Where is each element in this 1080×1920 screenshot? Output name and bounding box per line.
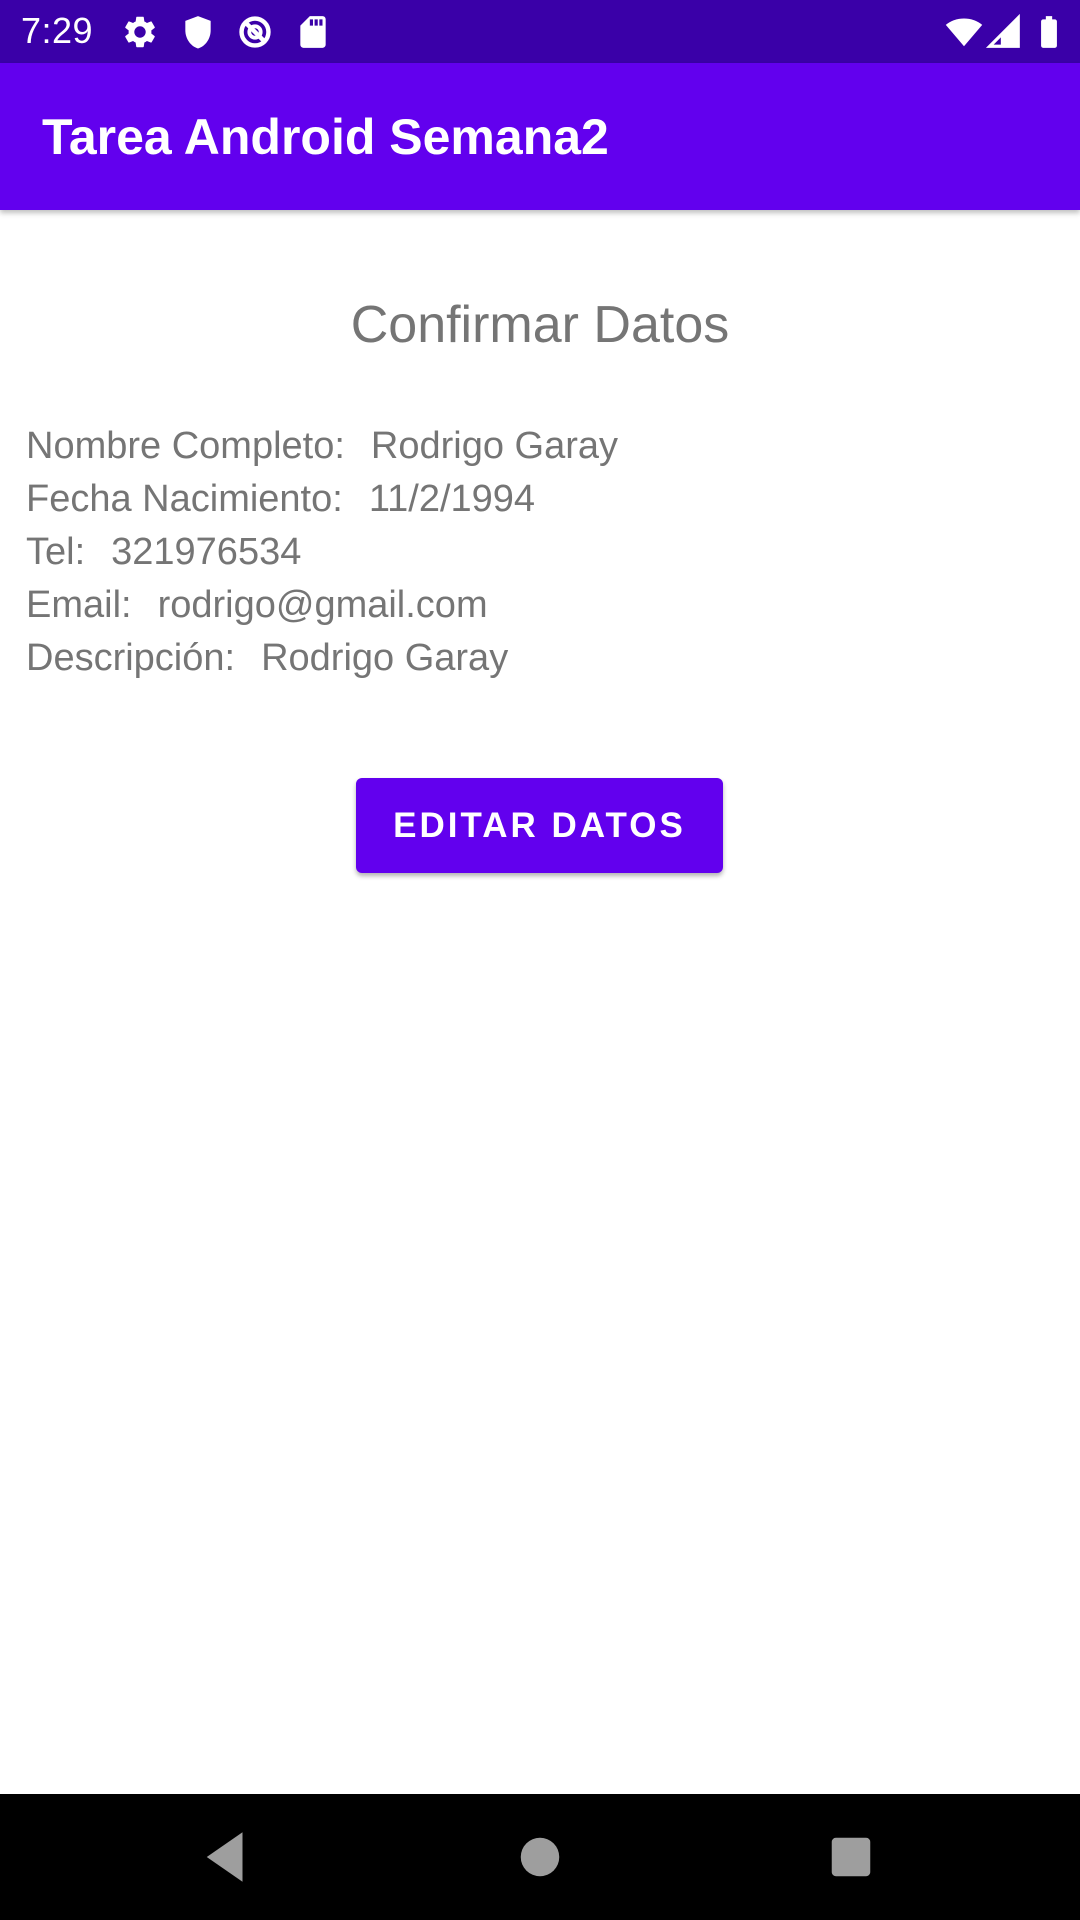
gear-icon [125,16,155,48]
status-bar: 7:29 [0,0,1080,63]
navigation-bar [0,1794,1080,1920]
detail-row-nombre: Nombre Completo: Rodrigo Garay [26,420,618,473]
field-label: Fecha Nacimiento: [26,478,343,520]
sd-card-icon [300,16,326,48]
field-value: Rodrigo Garay [261,637,509,679]
recents-icon[interactable] [818,1824,884,1890]
field-value: rodrigo@gmail.com [157,584,488,626]
field-value: Rodrigo Garay [370,425,619,467]
app-bar: Tarea Android Semana2 [0,63,1080,210]
field-label: Nombre Completo: [26,425,345,467]
signal-icon [985,13,1020,48]
field-label: Tel: [26,531,86,573]
detail-row-email: Email: rodrigo@gmail.com [26,579,618,632]
back-icon[interactable] [193,1824,259,1890]
shield-icon [185,16,211,49]
field-label: Descripción: [26,637,236,679]
field-value: 321976534 [111,531,302,573]
app-title: Tarea Android Semana2 [42,109,609,165]
wifi-icon [945,18,983,47]
detail-row-fecha: Fecha Nacimiento: 11/2/1994 [26,473,618,526]
detail-row-tel: Tel: 321976534 [26,526,618,579]
home-icon[interactable] [507,1824,573,1890]
field-label: Email: [26,584,132,626]
field-value: 11/2/1994 [368,478,536,520]
screen-title: Confirmar Datos [350,296,730,354]
battery-icon [1041,16,1057,48]
details-list: Nombre Completo: Rodrigo Garay Fecha Naci… [26,420,618,685]
data-saver-icon [239,16,271,48]
status-time: 7:29 [21,10,94,51]
detail-row-descripcion: Descripción: Rodrigo Garay [26,632,618,685]
edit-data-button[interactable]: EDITAR DATOS [356,778,723,873]
